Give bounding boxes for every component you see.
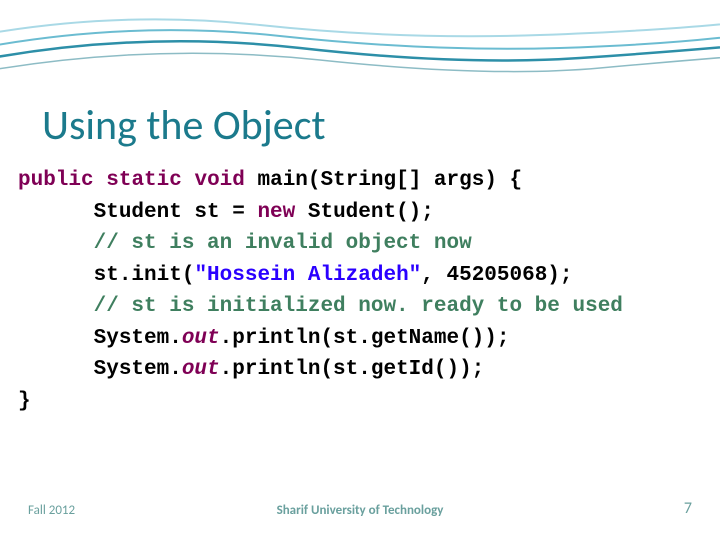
- code-text: st.init(: [18, 264, 194, 287]
- code-block: public static void main(String[] args) {…: [18, 165, 702, 417]
- code-static-field: out: [182, 327, 220, 350]
- code-string: "Hossein Alizadeh": [194, 264, 421, 287]
- footer-institution: Sharif University of Technology: [0, 503, 720, 518]
- code-text: }: [18, 390, 31, 413]
- code-keyword: new: [257, 201, 295, 224]
- code-text: Student();: [295, 201, 434, 224]
- code-text: Student st =: [18, 201, 257, 224]
- code-text: .println(st.getName());: [220, 327, 510, 350]
- code-keyword: static: [106, 169, 182, 192]
- code-text: , 45205068);: [421, 264, 572, 287]
- decorative-wave: [0, 0, 720, 100]
- code-text: .println(st.getId());: [220, 358, 485, 381]
- code-keyword: public: [18, 169, 94, 192]
- code-comment: // st is initialized now. ready to be us…: [18, 295, 623, 318]
- page-number: 7: [684, 499, 692, 518]
- code-static-field: out: [182, 358, 220, 381]
- code-comment: // st is an invalid object now: [18, 232, 472, 255]
- code-keyword: void: [194, 169, 244, 192]
- code-text: System.: [18, 327, 182, 350]
- code-text: System.: [18, 358, 182, 381]
- slide-title: Using the Object: [42, 100, 326, 151]
- code-text: main(String[] args) {: [245, 169, 522, 192]
